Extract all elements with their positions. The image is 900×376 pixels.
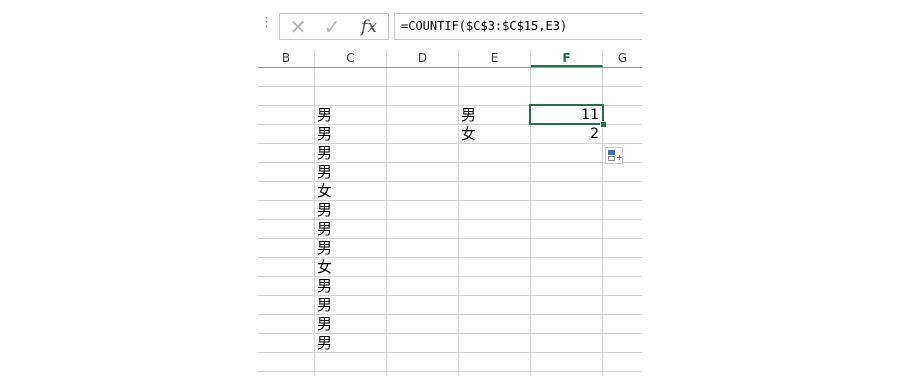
column-header-g[interactable]: G	[603, 50, 642, 67]
cell-c7[interactable]: 女	[317, 182, 332, 201]
cell-c14[interactable]: 男	[317, 315, 332, 334]
column-header-f[interactable]: F	[531, 50, 603, 67]
column-header-c[interactable]: C	[315, 50, 387, 67]
column-headers: B C D E F G	[258, 50, 642, 68]
formula-buttons: ✕ ✓ fx	[279, 13, 389, 40]
cell-c12[interactable]: 男	[317, 277, 332, 296]
cell-c4[interactable]: 男	[317, 125, 332, 144]
cell-c9[interactable]: 男	[317, 220, 332, 239]
cell-grid: 男 男 男 男 女 男 男 男 女 男 男 男 男 男 女 11 2 +	[258, 68, 642, 376]
cell-c6[interactable]: 男	[317, 163, 332, 182]
insert-function-button[interactable]: fx	[356, 16, 382, 38]
cell-c8[interactable]: 男	[317, 201, 332, 220]
cell-c15[interactable]: 男	[317, 334, 332, 353]
check-icon[interactable]: ✓	[320, 16, 344, 38]
cell-c13[interactable]: 男	[317, 296, 332, 315]
drag-handle-icon[interactable]: ⋮	[260, 14, 273, 32]
spreadsheet-area: ⋮ ✕ ✓ fx =COUNTIF($C$3:$C$15,E3) B C D E…	[258, 0, 642, 376]
cell-e4[interactable]: 女	[461, 125, 476, 144]
cell-c5[interactable]: 男	[317, 144, 332, 163]
column-header-b[interactable]: B	[258, 50, 315, 67]
formula-input[interactable]: =COUNTIF($C$3:$C$15,E3)	[394, 13, 642, 40]
paste-options-icon[interactable]: +	[605, 147, 623, 164]
cell-e3[interactable]: 男	[461, 106, 476, 125]
column-header-e[interactable]: E	[459, 50, 531, 67]
formula-bar: ⋮ ✕ ✓ fx =COUNTIF($C$3:$C$15,E3)	[258, 0, 642, 44]
cell-f4[interactable]: 2	[531, 125, 599, 144]
cell-c11[interactable]: 女	[317, 258, 332, 277]
cell-c10[interactable]: 男	[317, 239, 332, 258]
cell-c3[interactable]: 男	[317, 106, 332, 125]
fill-handle[interactable]	[600, 121, 607, 128]
column-header-d[interactable]: D	[387, 50, 459, 67]
close-icon[interactable]: ✕	[286, 16, 310, 38]
active-cell-border	[529, 104, 604, 125]
